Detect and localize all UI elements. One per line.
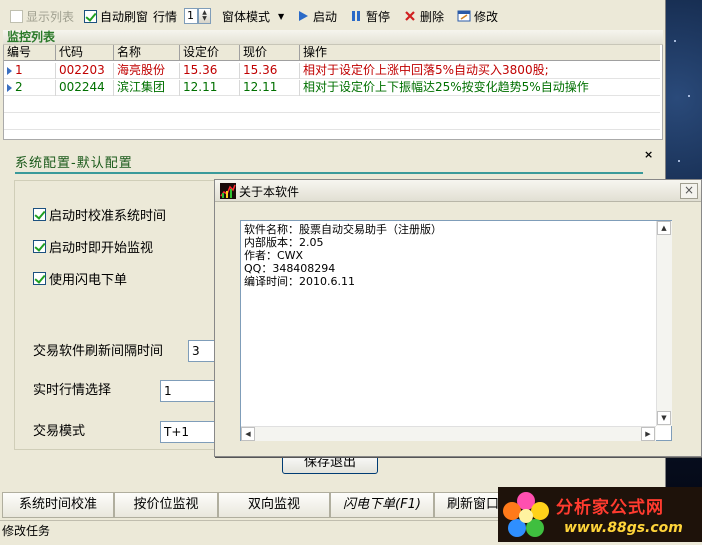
cell-code: 002203 [56, 63, 114, 79]
about-line-name: 软件名称：股票自动交易助手（注册版） [244, 223, 442, 236]
about-info-textarea[interactable]: 软件名称：股票自动交易助手（注册版） 内部版本：2.05 作者：CWX QQ：3… [240, 220, 672, 441]
trade-mode-select[interactable]: T+1 [160, 421, 215, 443]
cell-set-price: 12.11 [180, 80, 240, 96]
config-divider [15, 172, 643, 174]
edit-window-icon [457, 10, 471, 22]
tab-sync-time[interactable]: 系统时间校准 [2, 492, 114, 518]
cell-name: 滨江集团 [114, 80, 180, 96]
cell-code: 002244 [56, 80, 114, 96]
flash-order-checkbox[interactable]: 使用闪电下单 [33, 269, 127, 288]
horizontal-scrollbar[interactable]: ◀ ▶ [241, 426, 656, 441]
auto-refresh-checkbox[interactable]: 自动刷窗 [84, 8, 148, 24]
trade-mode-label: 交易模式 [33, 424, 86, 439]
delete-x-icon [405, 11, 415, 21]
cell-set-price: 15.36 [180, 63, 240, 79]
refresh-interval-label: 交易软件刷新间隔时间 [33, 344, 164, 359]
quote-select-input[interactable]: 1 [160, 380, 215, 402]
site-watermark: 分析家公式网 www.88gs.com [498, 487, 702, 542]
sync-time-checkbox[interactable]: 启动时校准系统时间 [33, 205, 166, 224]
cell-action: 相对于设定价上下振幅达25%按变化趋势5%自动操作 [303, 80, 589, 94]
quote-spinner-value[interactable]: 1 [184, 8, 198, 24]
edit-button[interactable]: 修改 [457, 8, 498, 24]
watermark-url: www.88gs.com [564, 520, 683, 536]
checkbox-checked-icon [84, 9, 97, 23]
dropdown-arrow-icon: ▼ [278, 11, 285, 21]
tab-flash-order[interactable]: 闪电下单(F1) [330, 492, 434, 518]
quote-select-label: 实时行情选择 [33, 383, 112, 398]
start-button[interactable]: 启动 [296, 8, 337, 24]
about-line-date: 编译时间：2010.6.11 [244, 275, 355, 288]
checkbox-checked-icon [33, 208, 46, 221]
quote-label: 行情 [153, 9, 178, 24]
toolbar: 显示列表 自动刷窗 行情 1 ▲ ▼ 窗体模式 ▼ 启动 暂停 删除 修改 [0, 0, 666, 32]
spinner-arrows-icon[interactable]: ▲ ▼ [198, 8, 211, 24]
row-pointer-icon [7, 83, 12, 92]
quote-spinner[interactable]: 1 ▲ ▼ [184, 8, 211, 24]
flower-logo [503, 492, 549, 537]
header-name[interactable]: 名称 [114, 45, 180, 61]
app-chart-icon [220, 183, 236, 199]
cell-id: 1 [4, 63, 56, 79]
monitor-list-title: 监控列表 [3, 30, 663, 45]
config-close-button[interactable]: × [644, 148, 653, 161]
about-line-author: 作者：CWX [244, 249, 304, 262]
cell-price: 12.11 [240, 80, 300, 96]
scroll-down-icon[interactable]: ▼ [657, 411, 671, 425]
window-mode-dropdown[interactable]: 窗体模式 ▼ [222, 8, 284, 24]
pause-button[interactable]: 暂停 [349, 8, 390, 24]
config-title: 系统配置-默认配置 [15, 156, 133, 171]
grid-header: 编号 代码 名称 设定价 现价 操作 [4, 45, 660, 61]
checkbox-checked-icon [33, 240, 46, 253]
checkbox-checked-icon [33, 272, 46, 285]
pause-icon [352, 11, 360, 21]
cell-id: 2 [4, 80, 56, 96]
about-line-qq: QQ：348408294 [244, 262, 336, 275]
table-row-empty [4, 114, 660, 130]
header-set-price[interactable]: 设定价 [180, 45, 240, 61]
play-icon [299, 11, 308, 21]
scroll-right-icon[interactable]: ▶ [641, 427, 655, 441]
cell-action: 相对于设定价上涨中回落5%自动买入3800股; [303, 63, 549, 77]
start-monitor-checkbox[interactable]: 启动时即开始监视 [33, 237, 153, 256]
vertical-scrollbar[interactable]: ▲ ▼ [656, 221, 672, 426]
show-list-checkbox[interactable]: 显示列表 [10, 8, 74, 24]
cell-name: 海亮股份 [114, 63, 180, 79]
header-price[interactable]: 现价 [240, 45, 300, 61]
scroll-left-icon[interactable]: ◀ [241, 427, 255, 441]
header-id[interactable]: 编号 [4, 45, 56, 61]
delete-button[interactable]: 删除 [403, 8, 444, 24]
about-titlebar[interactable]: 关于本软件 × [215, 180, 701, 202]
header-action[interactable]: 操作 [300, 45, 660, 61]
table-row[interactable]: 2 002244 滨江集团 12.11 12.11 相对于设定价上下振幅达25%… [4, 80, 660, 96]
about-dialog: 关于本软件 × 软件名称：股票自动交易助手（注册版） 内部版本：2.05 作者：… [214, 179, 702, 457]
about-lines: 软件名称：股票自动交易助手（注册版） 内部版本：2.05 作者：CWX QQ：3… [244, 223, 442, 288]
header-code[interactable]: 代码 [56, 45, 114, 61]
row-pointer-icon [7, 66, 12, 75]
watermark-title: 分析家公式网 [556, 498, 664, 518]
table-row-empty [4, 131, 660, 137]
tab-price-monitor[interactable]: 按价位监视 [114, 492, 218, 518]
about-title: 关于本软件 [239, 185, 300, 199]
scroll-up-icon[interactable]: ▲ [657, 221, 671, 235]
table-row-empty [4, 97, 660, 113]
table-row[interactable]: 1 002203 海亮股份 15.36 15.36 相对于设定价上涨中回落5%自… [4, 63, 660, 79]
checkbox-icon [10, 9, 23, 23]
about-line-version: 内部版本：2.05 [244, 236, 324, 249]
close-icon[interactable]: × [680, 183, 698, 199]
cell-price: 15.36 [240, 63, 300, 79]
tab-two-way-monitor[interactable]: 双向监视 [218, 492, 330, 518]
